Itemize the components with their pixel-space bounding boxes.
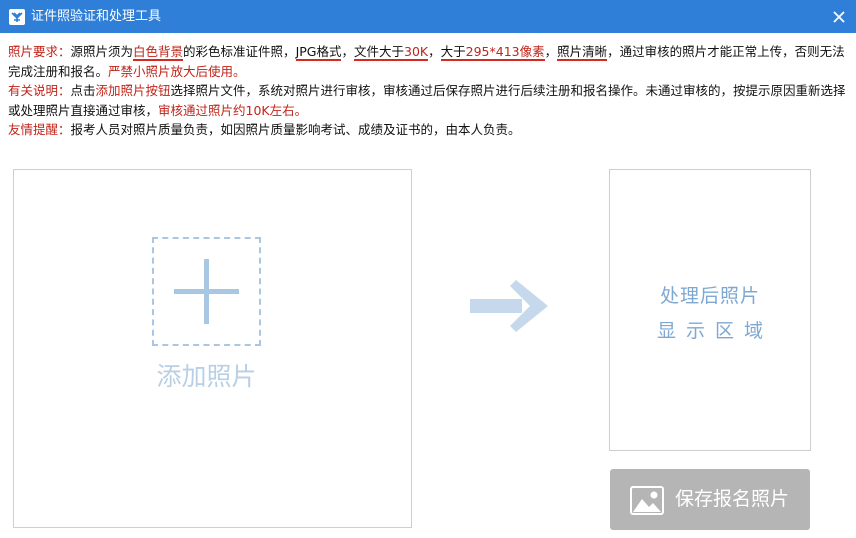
highlight-file-size: 文件大于30K <box>354 44 429 61</box>
requirements-label: 照片要求： <box>8 44 71 59</box>
window-title: 证件照验证和处理工具 <box>31 9 162 24</box>
save-photo-button[interactable]: 保存报名照片 <box>610 469 810 530</box>
arrow-right-icon <box>470 280 548 332</box>
processed-photo-area: 处理后照片 显示区域 <box>609 169 811 451</box>
instructions: 照片要求：源照片须为白色背景的彩色标准证件照，JPG格式，文件大于30K，大于2… <box>8 42 852 140</box>
title-bar: 证件照验证和处理工具 <box>0 0 856 33</box>
save-photo-label: 保存报名照片 <box>675 488 790 510</box>
close-icon <box>833 11 845 23</box>
plus-icon <box>174 259 239 324</box>
warning-no-enlarge: 严禁小照片放大后使用。 <box>108 63 246 79</box>
add-photo-button[interactable] <box>152 237 261 346</box>
highlight-clear-photo: 照片清晰 <box>557 44 608 61</box>
add-photo-label: 添加照片 <box>156 362 257 391</box>
highlight-white-background: 白色背景 <box>133 44 184 61</box>
add-photo-panel[interactable]: 添加照片 <box>13 169 412 528</box>
highlight-jpg-format: JPG格式 <box>295 44 342 61</box>
image-icon <box>630 486 664 515</box>
notes-text: 有关说明：点击添加照片按钮选择照片文件，系统对照片进行审核，审核通过后保存照片进… <box>8 83 846 118</box>
highlight-pixel-size: 大于295*413像素 <box>440 44 545 61</box>
app-icon <box>9 9 25 25</box>
close-button[interactable] <box>829 7 849 27</box>
result-placeholder-line1: 处理后照片 <box>659 285 760 307</box>
tip-label: 友情提醒： <box>8 122 71 137</box>
result-placeholder-line2: 显示区域 <box>656 320 773 342</box>
requirements-text: 照片要求：源照片须为白色背景的彩色标准证件照，JPG格式，文件大于30K，大于2… <box>8 44 845 79</box>
tip-text: 友情提醒：报考人员对照片质量负责，如因照片质量影响考试、成绩及证书的，由本人负责… <box>8 122 521 137</box>
notes-label: 有关说明： <box>8 83 71 98</box>
